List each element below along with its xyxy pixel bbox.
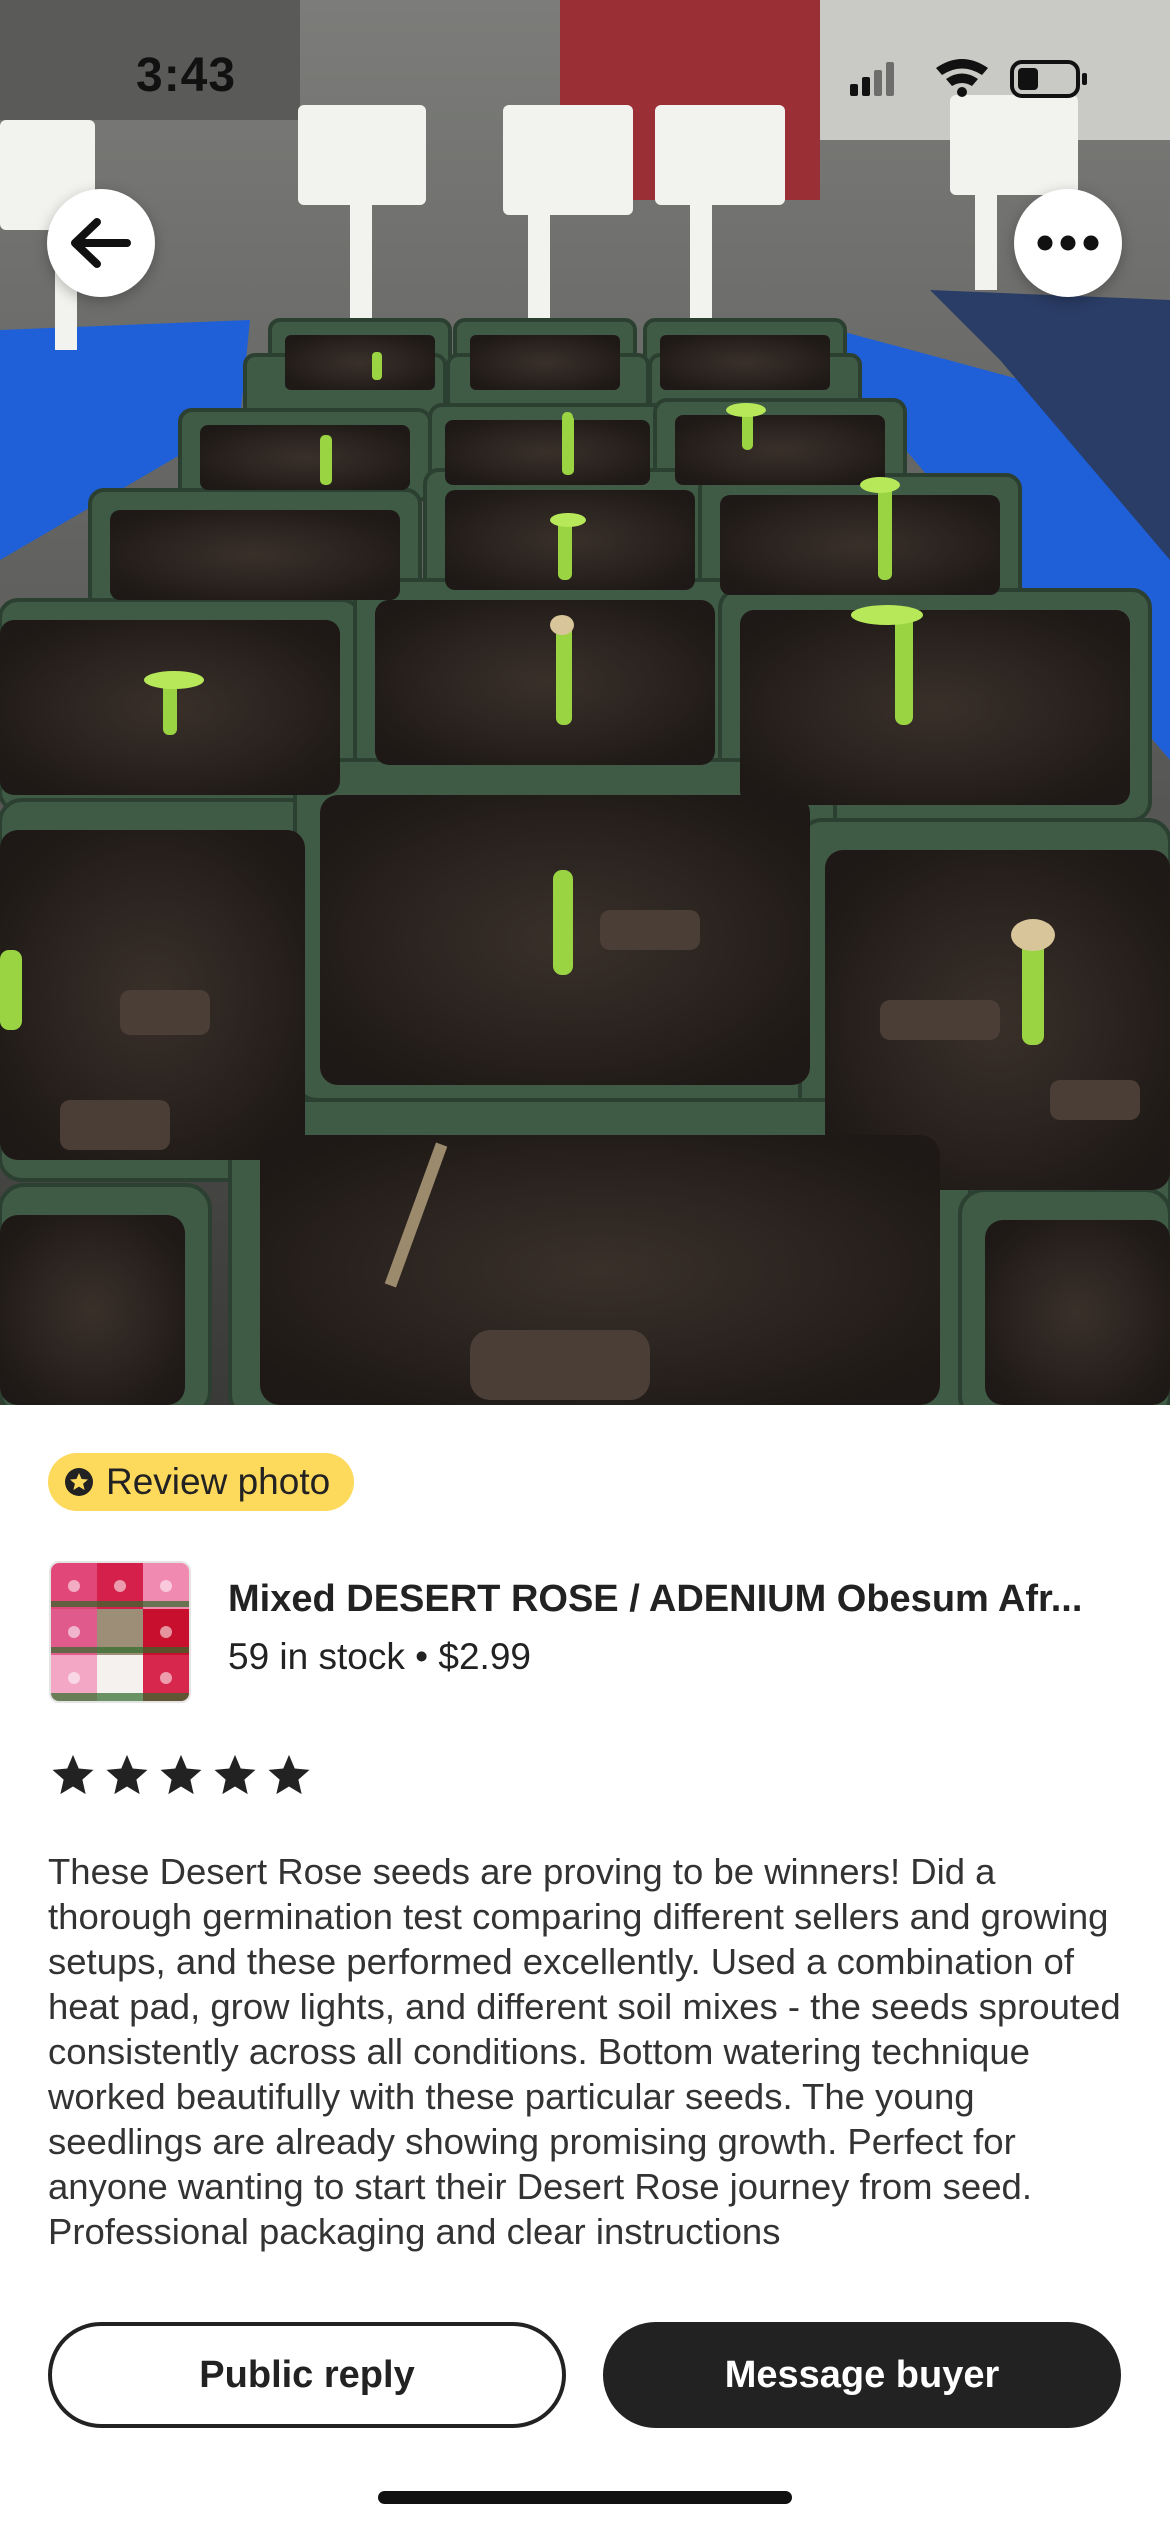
star-icon [52,1754,94,1795]
ellipsis-icon [1037,235,1099,251]
cellular-signal-icon [850,62,894,96]
listing-title[interactable]: Mixed DESERT ROSE / ADENIUM Obesum Afr..… [228,1578,1128,1621]
arrow-left-icon [71,218,131,268]
star-icon [214,1754,256,1795]
star-rating [50,1752,312,1798]
listing-thumbnail[interactable] [49,1561,191,1703]
seedling-photo-illustration [0,0,1170,1405]
more-options-button[interactable] [1014,189,1122,297]
home-indicator[interactable] [378,2491,792,2504]
star-badge-icon [65,1468,93,1496]
public-reply-button[interactable]: Public reply [48,2322,566,2428]
status-icons [850,59,1087,98]
review-text-container[interactable]: These Desert Rose seeds are proving to b… [48,1849,1128,2273]
badge-label: Review photo [106,1461,331,1502]
listing-image [51,1563,189,1701]
message-buyer-button[interactable]: Message buyer [603,2322,1121,2428]
star-icon [106,1754,148,1795]
review-text: These Desert Rose seeds are proving to b… [48,1851,1121,2252]
review-photo[interactable]: 3:43 [0,0,1170,1405]
status-time: 3:43 [136,49,237,102]
wifi-icon [936,59,988,97]
star-icon [268,1754,310,1795]
battery-icon [1010,60,1087,98]
listing-stock-price: 59 in stock • $2.99 [228,1636,531,1677]
review-photo-badge: Review photo [48,1453,355,1511]
back-button[interactable] [47,189,155,297]
star-icon [160,1754,202,1795]
status-bar: 3:43 [0,0,1170,150]
